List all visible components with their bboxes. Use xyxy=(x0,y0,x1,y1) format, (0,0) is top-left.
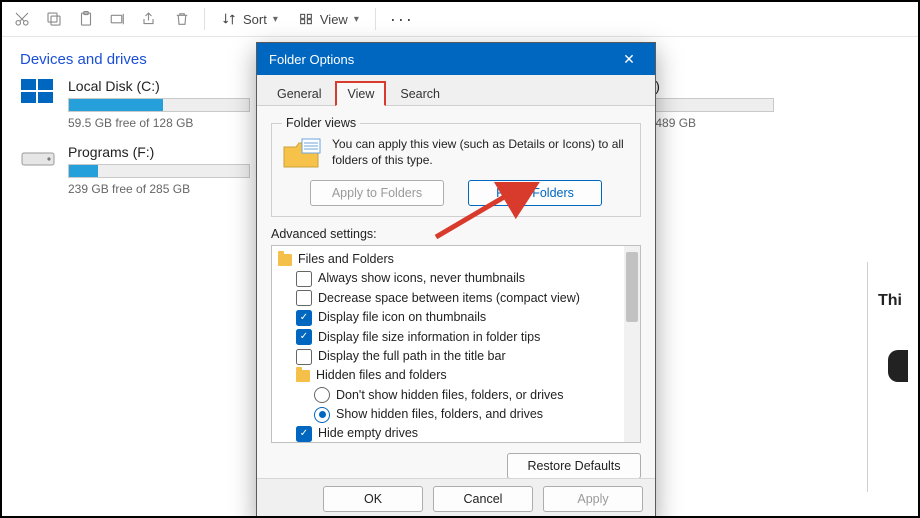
more-button[interactable]: ··· xyxy=(382,9,422,30)
rename-icon[interactable] xyxy=(102,5,134,33)
scroll-thumb[interactable] xyxy=(626,252,638,322)
usage-bar xyxy=(642,98,774,112)
usage-bar xyxy=(68,164,250,178)
apply-to-folders-button[interactable]: Apply to Folders xyxy=(310,180,444,206)
checkbox[interactable] xyxy=(296,271,312,287)
details-heading: Thi xyxy=(878,292,918,310)
checkbox[interactable] xyxy=(296,290,312,306)
folder-view-icon xyxy=(282,136,322,172)
os-drive-icon xyxy=(20,78,56,106)
dialog-body: Folder views You can apply this view (su… xyxy=(257,106,655,478)
tab-search[interactable]: Search xyxy=(390,83,450,105)
folder-options-dialog: Folder Options ✕ General View Search Fol… xyxy=(256,42,656,518)
tab-general[interactable]: General xyxy=(267,83,331,105)
share-icon[interactable] xyxy=(134,5,166,33)
dialog-footer: OK Cancel Apply xyxy=(257,478,655,518)
drive-sub: of 489 GB xyxy=(642,116,774,130)
paste-icon[interactable] xyxy=(70,5,102,33)
view-button[interactable]: View ▾ xyxy=(288,5,369,33)
checkbox[interactable] xyxy=(296,329,312,345)
usage-fill xyxy=(69,165,98,177)
tab-view[interactable]: View xyxy=(335,81,386,106)
drive-name: Local Disk (C:) xyxy=(68,78,250,94)
hdd-icon xyxy=(20,144,56,172)
restore-defaults-button[interactable]: Restore Defaults xyxy=(507,453,641,478)
explorer-toolbar: Sort ▾ View ▾ ··· xyxy=(2,2,918,37)
folder-icon xyxy=(296,370,310,382)
drive-programs-f[interactable]: Programs (F:) 239 GB free of 285 GB xyxy=(68,144,250,196)
apply-button[interactable]: Apply xyxy=(543,486,643,512)
opt-decrease-space[interactable]: Decrease space between items (compact vi… xyxy=(278,289,634,308)
cut-icon[interactable] xyxy=(6,5,38,33)
checkbox[interactable] xyxy=(296,426,312,442)
sort-button[interactable]: Sort ▾ xyxy=(211,5,288,33)
sort-label: Sort xyxy=(243,12,267,27)
drive-e[interactable]: E:) of 489 GB xyxy=(642,78,774,130)
drive-local-c[interactable]: Local Disk (C:) 59.5 GB free of 128 GB xyxy=(68,78,250,130)
drive-name: Programs (F:) xyxy=(68,144,250,160)
usage-fill xyxy=(69,99,163,111)
toolbar-separator xyxy=(375,8,376,30)
toolbar-separator xyxy=(204,8,205,30)
tree-scrollbar[interactable] xyxy=(624,246,640,442)
drive-sub: 239 GB free of 285 GB xyxy=(68,182,250,196)
reset-folders-button[interactable]: Reset Folders xyxy=(468,180,602,206)
drive-name: E:) xyxy=(642,78,774,94)
dialog-title: Folder Options xyxy=(269,52,354,67)
advanced-settings-tree[interactable]: Files and Folders Always show icons, nev… xyxy=(271,245,641,443)
opt-display-file-icon[interactable]: Display file icon on thumbnails xyxy=(278,308,634,327)
opt-show-hidden[interactable]: Show hidden files, folders, and drives xyxy=(278,405,634,424)
chevron-down-icon: ▾ xyxy=(354,14,359,25)
checkbox[interactable] xyxy=(296,310,312,326)
close-button[interactable]: ✕ xyxy=(615,45,643,73)
usage-bar xyxy=(68,98,250,112)
details-pane-clipped: Thi xyxy=(867,262,918,492)
opt-hide-empty-drives[interactable]: Hide empty drives xyxy=(278,424,634,443)
view-label: View xyxy=(320,12,348,27)
dialog-tabs: General View Search xyxy=(257,75,655,106)
opt-dont-show-hidden[interactable]: Don't show hidden files, folders, or dri… xyxy=(278,386,634,405)
opt-display-full-path[interactable]: Display the full path in the title bar xyxy=(278,347,634,366)
radio[interactable] xyxy=(314,407,330,423)
tree-root: Files and Folders xyxy=(278,250,634,269)
tree-hidden-group: Hidden files and folders xyxy=(278,366,634,385)
copy-icon[interactable] xyxy=(38,5,70,33)
cancel-button[interactable]: Cancel xyxy=(433,486,533,512)
chevron-down-icon: ▾ xyxy=(273,14,278,25)
radio[interactable] xyxy=(314,387,330,403)
folder-icon xyxy=(278,254,292,266)
advanced-settings-label: Advanced settings: xyxy=(271,227,641,241)
drive-sub: 59.5 GB free of 128 GB xyxy=(68,116,250,130)
opt-always-show-icons[interactable]: Always show icons, never thumbnails xyxy=(278,269,634,288)
ok-button[interactable]: OK xyxy=(323,486,423,512)
side-handle xyxy=(888,350,908,382)
dialog-titlebar[interactable]: Folder Options ✕ xyxy=(257,43,655,75)
folder-views-group: Folder views You can apply this view (su… xyxy=(271,116,641,217)
delete-icon[interactable] xyxy=(166,5,198,33)
folder-views-legend: Folder views xyxy=(282,116,360,130)
folder-views-text: You can apply this view (such as Details… xyxy=(332,136,630,168)
checkbox[interactable] xyxy=(296,349,312,365)
opt-display-file-size[interactable]: Display file size information in folder … xyxy=(278,328,634,347)
